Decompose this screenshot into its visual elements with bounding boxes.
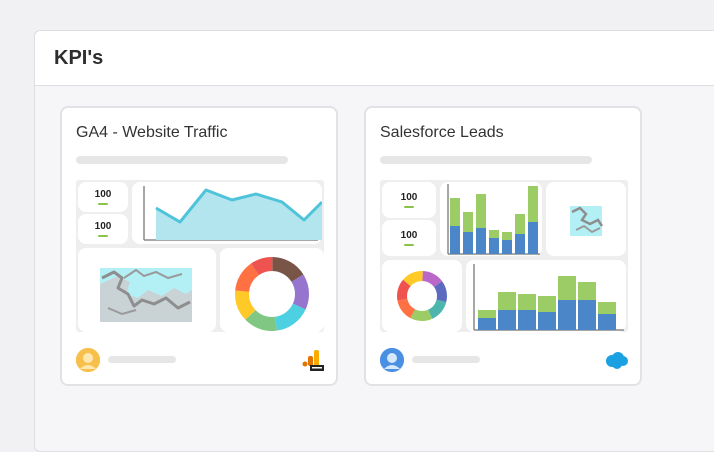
dashboard-thumbnail: 100 100: [76, 180, 324, 332]
page-title: KPI's: [54, 47, 104, 69]
map-thumbnail: [100, 268, 192, 322]
panel-header: KPI's: [35, 31, 714, 86]
stacked-bar-chart-thumbnail: [473, 264, 624, 331]
kpi-tile: 100: [78, 214, 128, 244]
kpi-trend-bar: [404, 206, 414, 208]
kpi-value: 100: [94, 189, 112, 200]
kpi-value: 100: [400, 192, 418, 203]
map-tile: [78, 248, 216, 332]
salesforce-cloud-icon: [604, 348, 628, 372]
google-analytics-beta-icon: [302, 348, 326, 372]
area-chart-tile: [132, 182, 322, 244]
donut-chart-tile: [220, 248, 324, 332]
avatar: [380, 348, 404, 372]
card-title: GA4 - Website Traffic: [76, 124, 228, 141]
avatar: [76, 348, 100, 372]
stacked-bar-chart-tile: [440, 182, 542, 256]
dashboard-card-ga4[interactable]: GA4 - Website Traffic 100 100: [60, 106, 338, 386]
card-title: Salesforce Leads: [380, 124, 504, 141]
area-chart-thumbnail: [143, 186, 322, 241]
donut-chart-tile: [382, 260, 462, 332]
kpi-value: 100: [400, 230, 418, 241]
stacked-bar-chart-thumbnail: [447, 184, 540, 255]
description-placeholder: [380, 156, 592, 164]
stacked-bar-chart-tile: [466, 260, 626, 332]
donut-chart-thumbnail: [235, 257, 309, 331]
dashboard-thumbnail: 100 100: [380, 180, 628, 332]
kpi-tile: 100: [382, 182, 436, 218]
map-thumbnail: [570, 206, 604, 236]
kpi-trend-bar: [404, 244, 414, 246]
kpi-trend-bar: [98, 235, 108, 237]
user-avatar-icon: [76, 348, 100, 372]
kpi-tile: 100: [382, 220, 436, 256]
donut-chart-thumbnail: [397, 271, 447, 321]
owner-placeholder: [412, 356, 480, 363]
kpi-trend-bar: [98, 203, 108, 205]
map-tile: [546, 182, 626, 256]
owner-placeholder: [108, 356, 176, 363]
user-avatar-icon: [380, 348, 404, 372]
kpi-tile: 100: [78, 182, 128, 212]
description-placeholder: [76, 156, 288, 164]
dashboard-card-salesforce[interactable]: Salesforce Leads 100 100: [364, 106, 642, 386]
kpi-value: 100: [94, 221, 112, 232]
